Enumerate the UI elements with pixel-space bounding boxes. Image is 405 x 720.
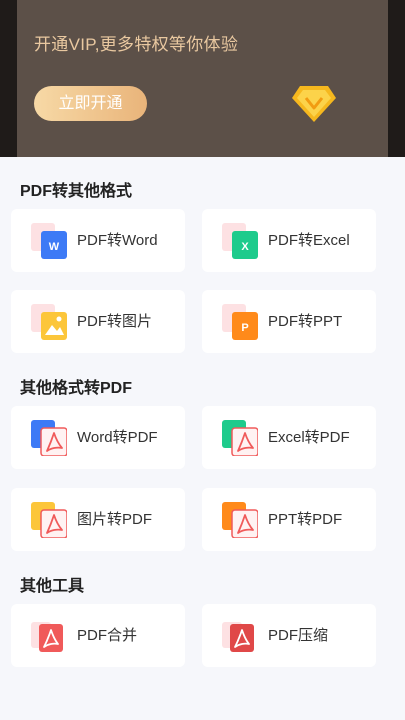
tool-label: PDF合并 [77, 627, 138, 644]
pdf-merge-icon [31, 622, 63, 652]
tool-label: PDF转图片 [77, 313, 153, 330]
tool-label: PDF压缩 [268, 627, 329, 644]
vip-banner-background [0, 0, 405, 157]
tool-card-pdf-compress[interactable]: PDF压缩 [202, 604, 376, 667]
tool-card-word-to-pdf[interactable]: Word转PDF [11, 406, 185, 469]
svg-text:W: W [49, 241, 60, 253]
image-to-pdf-icon [31, 502, 67, 538]
pdf-compress-icon [222, 622, 254, 652]
tool-label: PDF转Word [77, 232, 158, 249]
vip-banner [17, 0, 388, 157]
excel-to-pdf-icon [222, 420, 258, 456]
tool-card-ppt-to-pdf[interactable]: PPT转PDF [202, 488, 376, 551]
vip-banner-title: 开通VIP,更多特权等你体验 [34, 35, 239, 54]
pdf-to-ppt-icon: P [222, 304, 258, 340]
vip-open-button[interactable]: 立即开通 [34, 86, 147, 121]
section-title-pdf-to-other: PDF转其他格式 [20, 183, 133, 200]
pdf-to-image-icon [31, 304, 67, 340]
word-to-pdf-icon [31, 420, 67, 456]
tool-card-pdf-to-ppt[interactable]: P PDF转PPT [202, 290, 376, 353]
tool-card-pdf-to-word[interactable]: W PDF转Word [11, 209, 185, 272]
tool-card-excel-to-pdf[interactable]: Excel转PDF [202, 406, 376, 469]
tool-label: 图片转PDF [77, 511, 153, 528]
ppt-to-pdf-icon [222, 502, 258, 538]
pdf-to-word-icon: W [31, 223, 67, 259]
svg-text:X: X [241, 241, 249, 253]
svg-text:P: P [241, 322, 248, 334]
tool-card-image-to-pdf[interactable]: 图片转PDF [11, 488, 185, 551]
tool-label: Word转PDF [77, 429, 158, 446]
pdf-to-excel-icon: X [222, 223, 258, 259]
tool-card-pdf-to-excel[interactable]: X PDF转Excel [202, 209, 376, 272]
vip-diamond-icon [292, 86, 336, 122]
section-title-other-tools: 其他工具 [20, 578, 85, 595]
tool-card-pdf-to-image[interactable]: PDF转图片 [11, 290, 185, 353]
tool-label: PDF转PPT [268, 313, 343, 330]
tool-card-pdf-merge[interactable]: PDF合并 [11, 604, 185, 667]
tool-label: PPT转PDF [268, 511, 343, 528]
tool-label: Excel转PDF [268, 429, 350, 446]
tool-label: PDF转Excel [268, 232, 350, 249]
section-title-other-to-pdf: 其他格式转PDF [20, 380, 133, 397]
